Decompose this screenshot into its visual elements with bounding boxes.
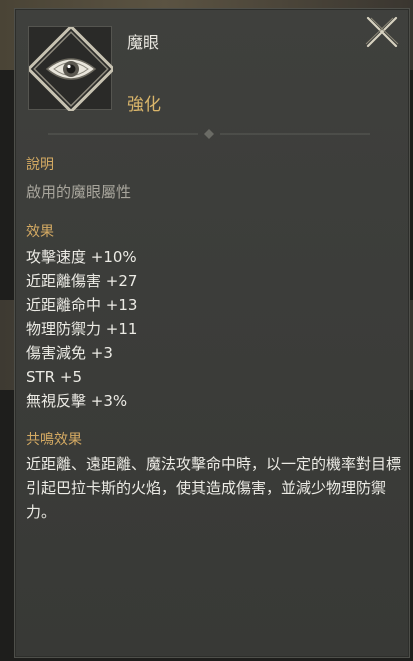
effect-line: 近距離命中 +13 [26, 296, 138, 314]
item-grade: 強化 [127, 95, 161, 115]
effect-line: 攻擊速度 +10% [26, 248, 137, 266]
item-icon-frame [28, 26, 113, 111]
section-divider [28, 125, 390, 139]
effect-line: 無視反擊 +3% [26, 392, 128, 410]
resonance-text: 近距離、遠距離、魔法攻擊命中時，以一定的機率對目標引起巴拉卡斯的火焰，使其造成傷… [26, 455, 402, 521]
close-button[interactable] [362, 14, 402, 50]
item-name: 魔眼 [127, 33, 160, 52]
eye-emblem-icon [29, 27, 113, 111]
resonance-header: 共鳴效果 [26, 432, 82, 448]
effects-list: 攻擊速度 +10% 近距離傷害 +27 近距離命中 +13 物理防禦力 +11 … [26, 245, 137, 413]
close-icon [365, 16, 399, 48]
effect-line: 傷害減免 +3 [26, 344, 113, 362]
effect-line: 物理防禦力 +11 [26, 320, 138, 338]
effects-header: 效果 [26, 224, 54, 240]
effect-line: 近距離傷害 +27 [26, 272, 138, 290]
description-text: 啟用的魔眼屬性 [26, 183, 132, 201]
description-header: 說明 [26, 157, 54, 173]
effect-line: STR +5 [26, 368, 82, 386]
